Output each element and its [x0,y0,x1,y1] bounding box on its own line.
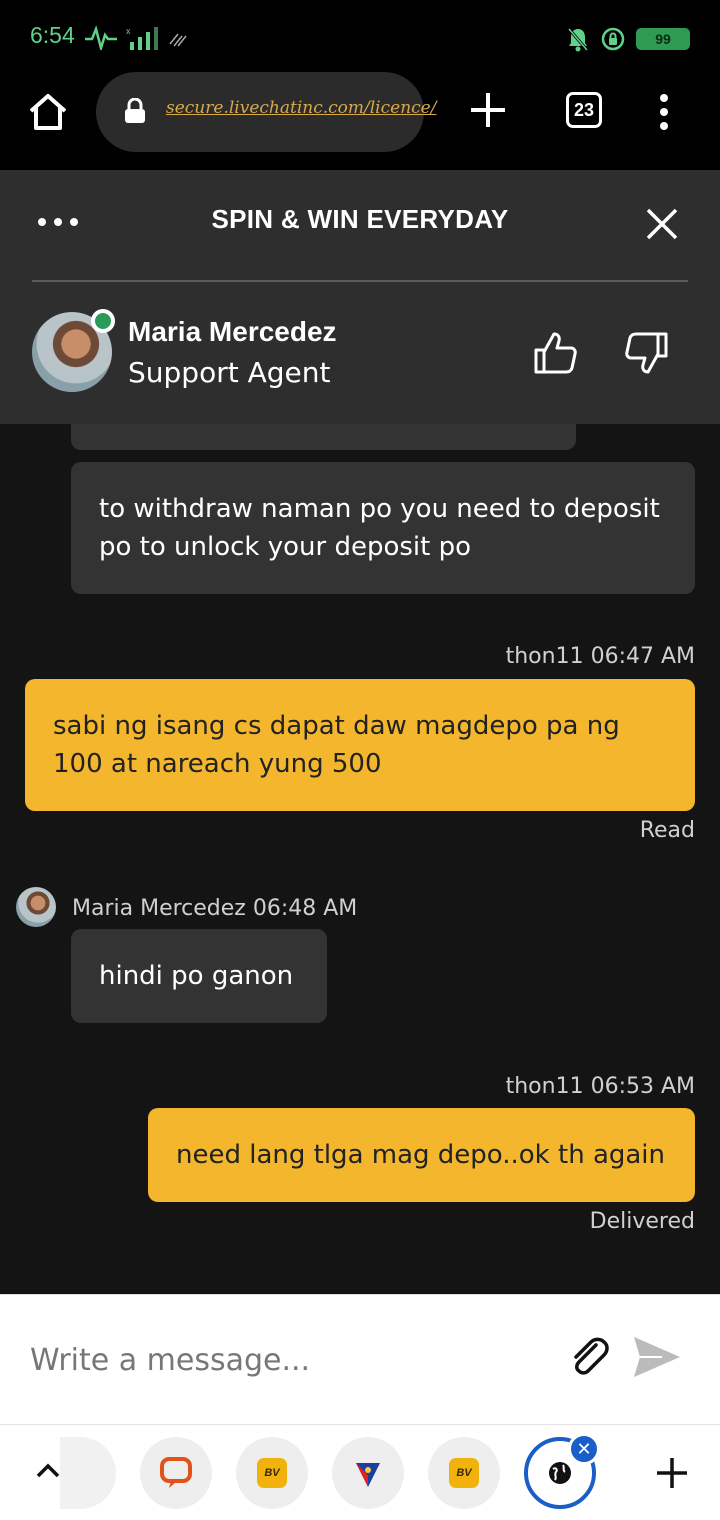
thumbs-up-icon[interactable] [532,330,578,376]
message-text: need lang tlga mag depo..ok th again [176,1140,666,1170]
status-right-icons: 99 [566,26,690,52]
message-text: to withdraw naman po you need to deposit… [99,494,660,562]
tab-chat-app[interactable] [140,1437,212,1509]
message-input[interactable] [30,1335,530,1385]
message-text: sabi ng isang cs dapat daw magdepo pa ng… [53,711,620,779]
activity-icon [85,26,117,50]
bv-icon: BV [449,1458,479,1488]
address-bar[interactable]: secure.livechatinc.com/licence/ [96,72,436,152]
clock: 6:54 [30,22,75,48]
add-tab-icon[interactable] [654,1455,690,1491]
message-list[interactable]: to withdraw naman po you need to deposit… [0,424,720,1294]
message-status: Delivered [589,1209,695,1234]
overflow-menu-icon[interactable] [654,92,674,132]
chat-title: SPIN & WIN EVERYDAY [211,204,509,234]
online-status-indicator [91,309,115,333]
tab-bv-2[interactable]: BV [428,1437,500,1509]
message-status: Read [639,818,695,843]
message-meta: thon11 06:47 AM [505,644,695,669]
message-meta: thon11 06:53 AM [505,1074,695,1099]
lock-icon [125,98,145,123]
agent-message-bubble-partial [71,424,576,450]
tab-flag[interactable] [332,1437,404,1509]
browser-toolbar: secure.livechatinc.com/licence/ 23 [0,72,720,170]
globe-icon [549,1462,571,1484]
tab-partial[interactable] [60,1437,116,1509]
signal-icon: x [126,26,158,50]
chevron-up-icon[interactable] [34,1457,62,1485]
battery-indicator: 99 [636,28,690,50]
browser-tab-strip: BV BV ✕ [0,1424,720,1520]
user-message-bubble: need lang tlga mag depo..ok th again [148,1108,695,1202]
header-divider [32,280,688,282]
tab-switcher-button[interactable]: 23 [566,92,602,128]
agent-small-avatar [16,887,56,927]
thumbs-down-icon[interactable] [624,330,670,376]
home-icon[interactable] [26,90,70,134]
status-bar: 6:54 x 99 [0,0,720,76]
status-left-icons: x [84,24,188,52]
close-icon[interactable] [644,206,680,242]
composer [0,1294,720,1424]
chat-header: SPIN & WIN EVERYDAY Maria Mercedez Suppo… [0,170,720,424]
agent-role: Support Agent [128,356,331,389]
send-icon[interactable] [632,1335,682,1379]
agent-message-bubble: hindi po ganon [71,929,327,1023]
rotation-lock-icon [601,27,625,51]
tab-bv[interactable]: BV [236,1437,308,1509]
nfc-icon [169,33,187,47]
paperclip-icon[interactable] [566,1335,612,1381]
bv-icon: BV [257,1458,287,1488]
message-meta: Maria Mercedez 06:48 AM [72,896,358,921]
user-message-bubble: sabi ng isang cs dapat daw magdepo pa ng… [25,679,695,811]
close-tab-icon[interactable]: ✕ [568,1433,600,1465]
agent-name: Maria Mercedez [128,316,337,347]
agent-message-bubble: to withdraw naman po you need to deposit… [71,462,695,594]
url-text[interactable]: secure.livechatinc.com/licence/ [166,98,436,118]
chat-app-icon [160,1457,192,1488]
svg-text:x: x [126,26,131,36]
message-text: hindi po ganon [99,961,294,991]
new-tab-icon[interactable] [468,90,508,130]
flag-icon [356,1463,380,1487]
mute-bell-icon [567,28,589,52]
